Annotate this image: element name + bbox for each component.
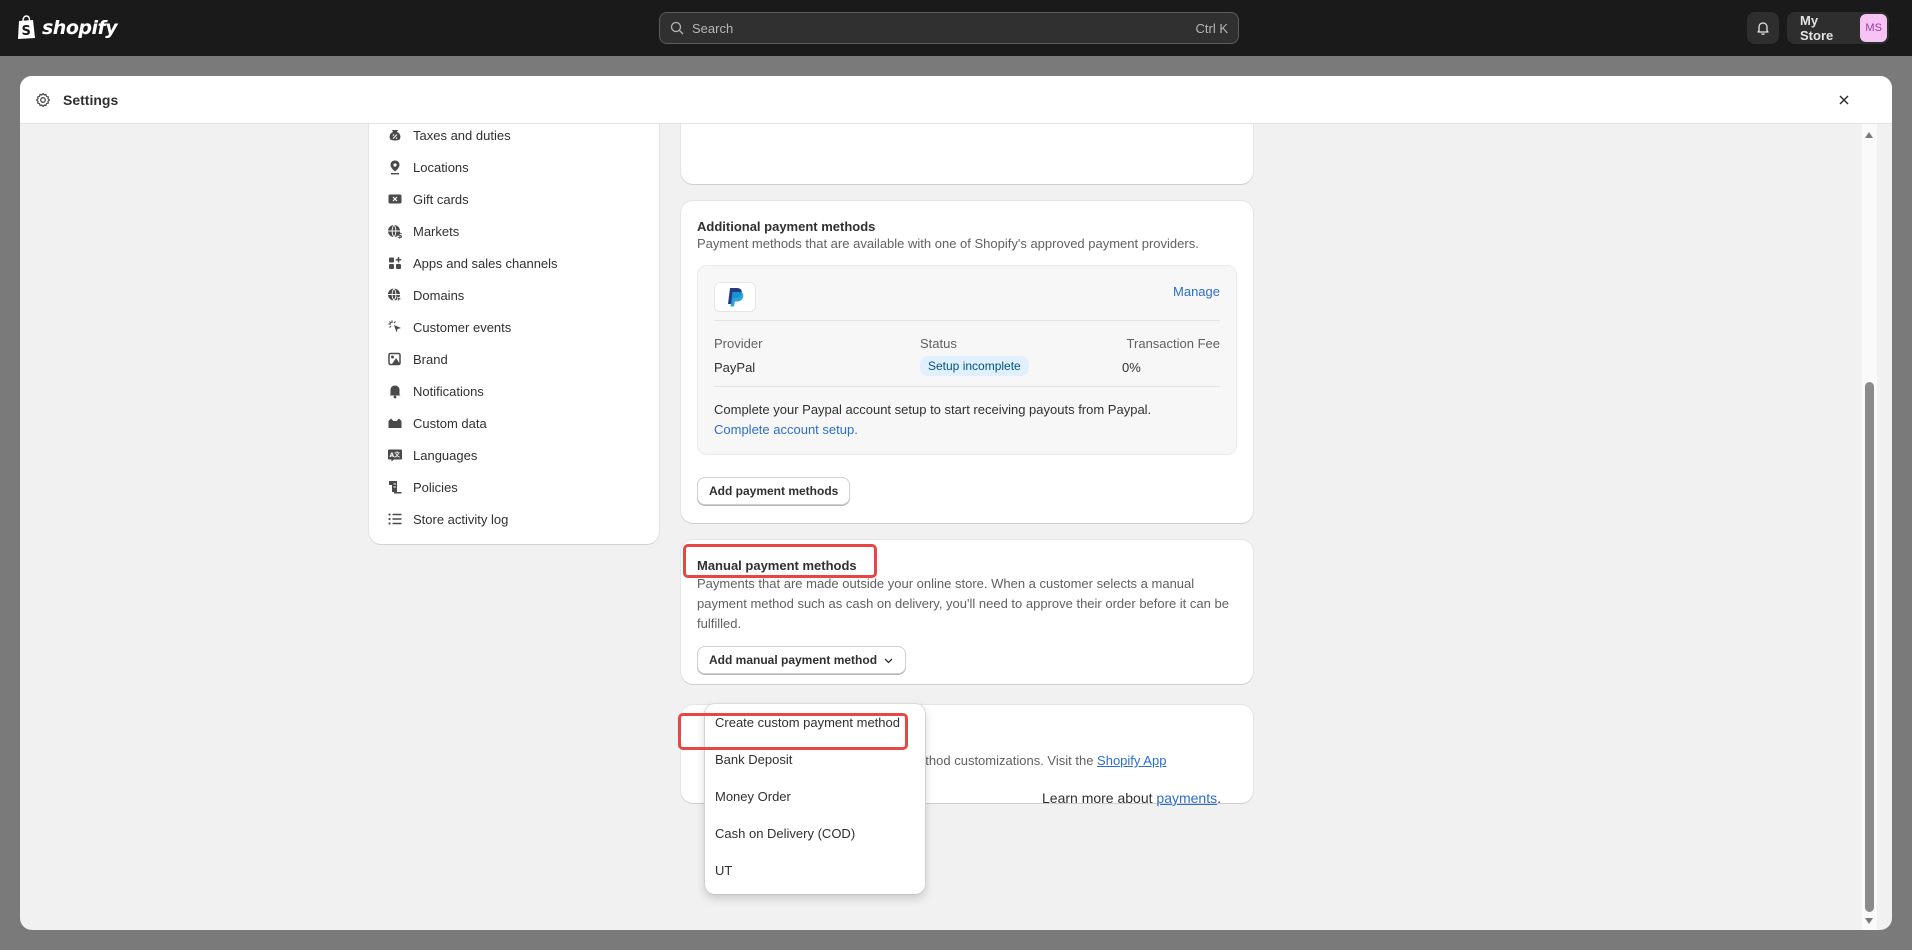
shopify-bag-icon: S: [18, 15, 35, 39]
card-title: Additional payment methods: [697, 219, 876, 234]
sidebar-item-domains[interactable]: Domains: [369, 279, 659, 311]
list-icon: [388, 513, 402, 525]
setup-message: Complete your Paypal account setup to st…: [714, 402, 1152, 417]
sidebar-item-customer-events[interactable]: Customer events: [369, 311, 659, 343]
add-manual-payment-method-button[interactable]: Add manual payment method: [697, 646, 907, 674]
svg-text:S: S: [22, 24, 31, 39]
shopify-app-store-link[interactable]: Shopify App: [1097, 753, 1166, 768]
policy-icon: [389, 481, 402, 494]
button-label: Add manual payment method: [709, 653, 878, 667]
sidebar-item-label: Domains: [413, 287, 465, 303]
paypal-icon: [728, 288, 744, 307]
sidebar-item-custom-data[interactable]: Custom data: [369, 407, 659, 439]
language-icon: A文: [388, 449, 402, 462]
close-icon: [1839, 95, 1849, 105]
divider: [714, 320, 1220, 321]
search-placeholder: Search: [692, 20, 734, 36]
brand-icon: [388, 352, 401, 366]
payments-link[interactable]: payments: [1156, 790, 1217, 806]
custom-data-icon: [388, 418, 402, 428]
sidebar-item-label: Apps and sales channels: [413, 255, 558, 271]
brand-name: shopify: [42, 16, 118, 39]
search-shortcut: Ctrl K: [1195, 20, 1229, 36]
shopify-logo[interactable]: S shopify: [16, 15, 118, 40]
search-input[interactable]: Search Ctrl K: [659, 12, 1239, 44]
bell-icon: [389, 385, 401, 399]
sidebar-item-brand[interactable]: Brand: [369, 343, 659, 375]
settings-modal: Taxes and duties Locations Gift cards $ …: [20, 76, 1892, 930]
globe-cursor-icon: [388, 288, 403, 303]
settings-content: Taxes and duties Locations Gift cards $ …: [20, 124, 1877, 930]
avatar: MS: [1860, 14, 1887, 42]
complete-account-setup-link[interactable]: Complete account setup.: [714, 422, 858, 437]
store-menu-button[interactable]: My Store MS: [1787, 12, 1889, 44]
sidebar-item-apps[interactable]: Apps and sales channels: [369, 247, 659, 279]
paypal-logo: [714, 282, 756, 312]
close-button[interactable]: [1834, 90, 1854, 110]
sidebar-item-label: Languages: [413, 447, 478, 463]
svg-text:A文: A文: [390, 451, 402, 459]
column-header-status: Status: [920, 336, 957, 351]
learn-more-text: Learn more about payments.: [1042, 790, 1221, 806]
scroll-up-arrow-icon[interactable]: [1865, 132, 1873, 138]
transaction-fee: 0%: [1122, 360, 1141, 375]
dropdown-item-cod[interactable]: Cash on Delivery (COD): [705, 815, 925, 852]
highlight-manual-title: [683, 544, 877, 578]
add-payment-methods-button[interactable]: Add payment methods: [697, 477, 851, 505]
scrollbar[interactable]: [1862, 124, 1877, 930]
learn-more-prefix: Learn more about: [1042, 790, 1157, 806]
modal-header: Settings: [20, 76, 1892, 124]
sidebar-item-label: Markets: [413, 223, 460, 239]
sidebar-item-label: Brand: [413, 351, 448, 367]
sidebar-item-markets[interactable]: $ Markets: [369, 215, 659, 247]
sidebar-item-label: Store activity log: [413, 511, 509, 527]
sidebar-item-label: Customer events: [413, 319, 512, 335]
scrollbar-thumb[interactable]: [1865, 382, 1874, 912]
gift-card-icon: [388, 194, 402, 204]
sidebar-item-label: Locations: [413, 159, 469, 175]
previous-card: [681, 124, 1253, 184]
modal-title: Settings: [63, 91, 119, 108]
sidebar-item-label: Custom data: [413, 415, 487, 431]
settings-sidebar: Taxes and duties Locations Gift cards $ …: [369, 124, 659, 544]
manage-link[interactable]: Manage: [1173, 284, 1220, 299]
sidebar-item-policies[interactable]: Policies: [369, 471, 659, 503]
column-header-provider: Provider: [714, 336, 763, 351]
sidebar-item-notifications[interactable]: Notifications: [369, 375, 659, 407]
learn-more-suffix: .: [1217, 790, 1221, 806]
card-description: Payments that are made outside your onli…: [697, 576, 1229, 631]
svg-text:$: $: [397, 231, 403, 239]
apps-icon: [389, 257, 402, 269]
store-name: My Store: [1800, 13, 1834, 43]
sidebar-item-store-activity-log[interactable]: Store activity log: [369, 503, 659, 535]
card-description: Payment methods that are available with …: [697, 236, 1199, 251]
chevron-down-icon: [884, 658, 893, 663]
scroll-down-arrow-icon[interactable]: [1865, 918, 1873, 924]
highlight-create-custom: [678, 713, 908, 750]
sidebar-item-label: Taxes and duties: [413, 127, 511, 143]
bell-icon: [1757, 22, 1769, 35]
additional-payment-methods-card: Additional payment methods Payment metho…: [681, 201, 1253, 523]
dropdown-item-ut[interactable]: UT: [705, 852, 925, 889]
provider-name: PayPal: [714, 360, 756, 375]
column-header-fee: Transaction Fee: [1126, 336, 1220, 351]
dropdown-item-money-order[interactable]: Money Order: [705, 778, 925, 815]
taxes-icon: [389, 130, 401, 141]
status-badge: Setup incomplete: [920, 356, 1029, 376]
sidebar-item-gift-cards[interactable]: Gift cards: [369, 183, 659, 215]
location-pin-icon: [390, 160, 400, 175]
sidebar-item-label: Notifications: [413, 383, 484, 399]
sidebar-item-label: Gift cards: [413, 191, 469, 207]
gear-icon: [35, 92, 51, 107]
top-bar: S shopify Search Ctrl K My Store MS: [0, 0, 1912, 56]
sidebar-item-label: Policies: [413, 479, 458, 495]
globe-dollar-icon: $: [388, 224, 403, 239]
paypal-provider-box: Manage Provider Status Transaction Fee P…: [697, 265, 1237, 455]
sidebar-item-languages[interactable]: A文 Languages: [369, 439, 659, 471]
cursor-click-icon: [388, 320, 401, 333]
search-icon: [670, 21, 684, 35]
notifications-button[interactable]: [1747, 12, 1779, 44]
divider: [714, 386, 1220, 387]
sidebar-item-locations[interactable]: Locations: [369, 151, 659, 183]
